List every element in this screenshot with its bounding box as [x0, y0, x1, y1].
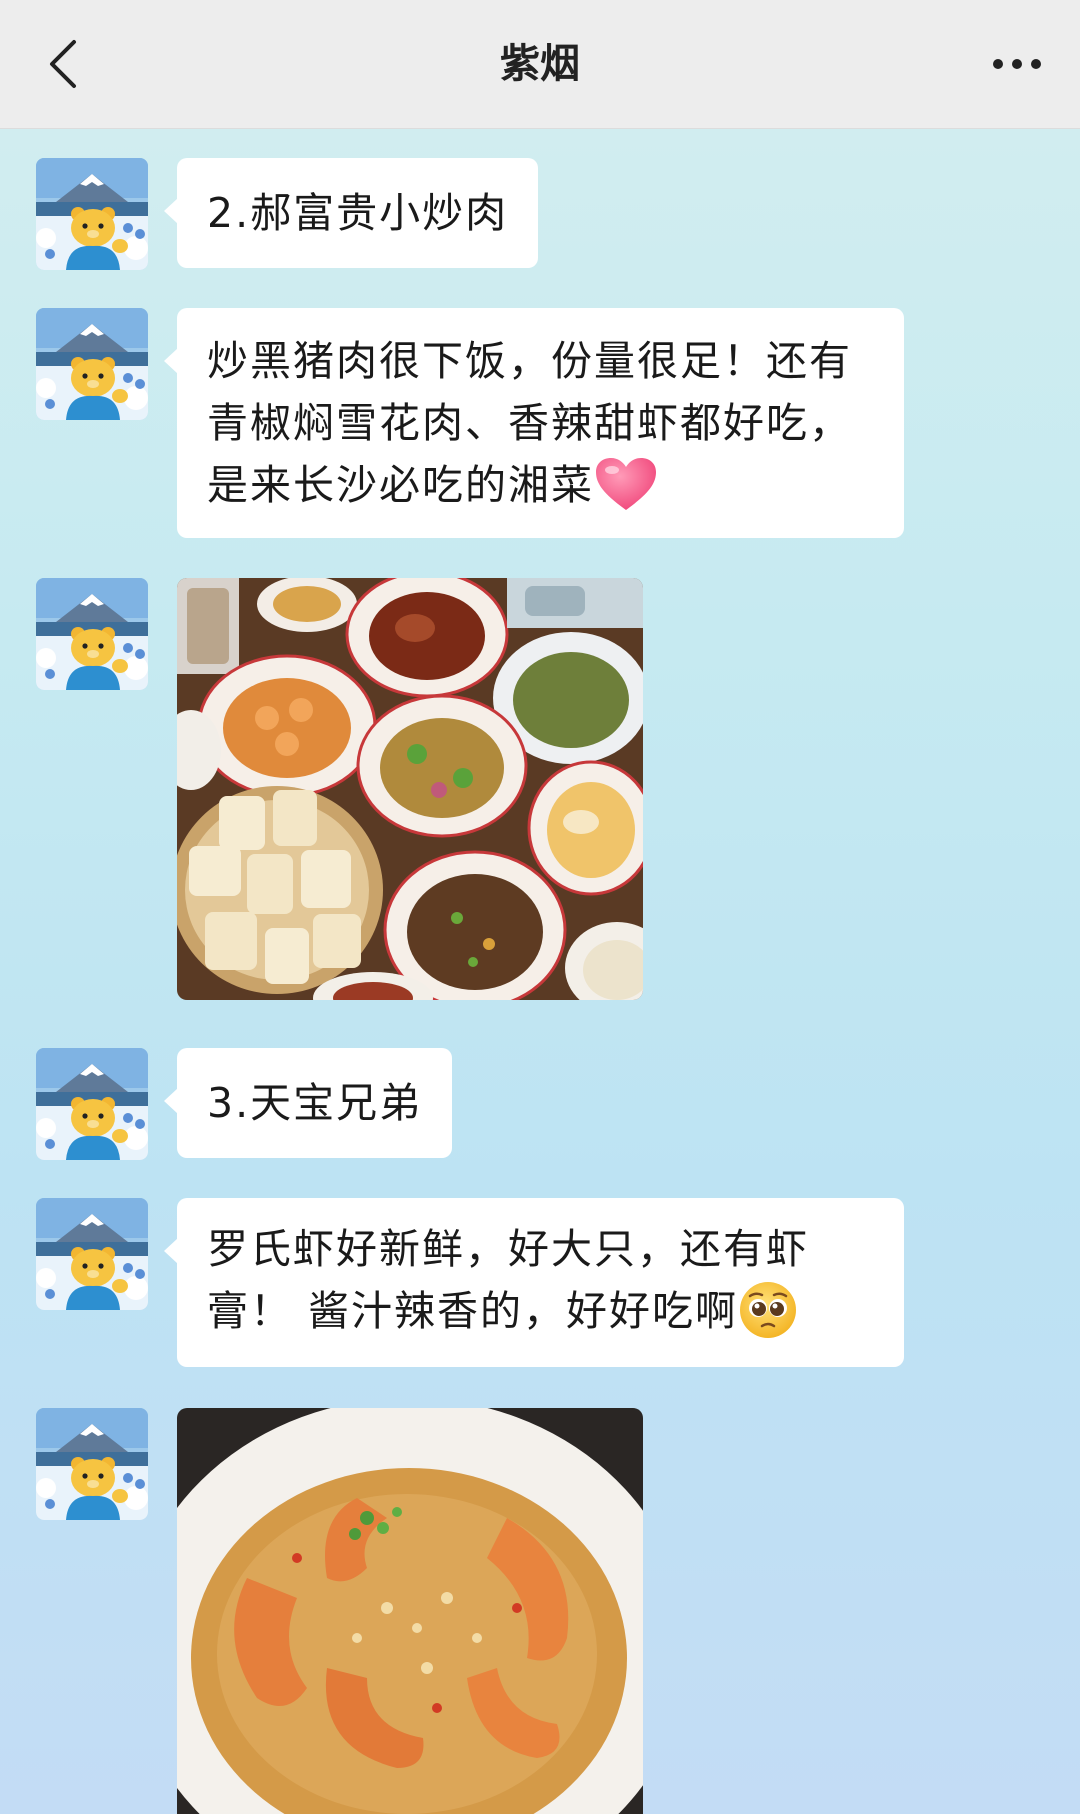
avatar[interactable] — [36, 308, 148, 420]
message-image[interactable] — [177, 1408, 643, 1814]
message-text: 炒黑猪肉很下饭，份量很足！还有青椒焖雪花肉、香辣甜虾都好吃，是来长沙必吃的湘菜 — [207, 337, 852, 509]
pink-heart-icon — [596, 458, 656, 510]
more-dots-icon — [993, 59, 1041, 69]
chevron-left-icon — [50, 40, 76, 88]
avatar[interactable] — [36, 578, 148, 690]
message-image[interactable] — [177, 578, 643, 1000]
avatar[interactable] — [36, 1048, 148, 1160]
message-text: 2.郝富贵小炒肉 — [207, 189, 509, 237]
message-bubble[interactable]: 3.天宝兄弟 — [163, 1048, 453, 1158]
message-bubble[interactable]: 炒黑猪肉很下饭，份量很足！还有青椒焖雪花肉、香辣甜虾都好吃，是来长沙必吃的湘菜 — [164, 308, 904, 538]
message-bubble[interactable]: 2.郝富贵小炒肉 — [163, 158, 539, 268]
back-button[interactable] — [38, 36, 88, 92]
message-bubble[interactable]: 罗氏虾好新鲜，好大只，还有虾膏！ 酱汁辣香的，好好吃啊 — [164, 1198, 904, 1367]
avatar[interactable] — [36, 158, 148, 270]
nav-bar: 紫烟 — [0, 0, 1080, 129]
hunan-dishes-photo — [177, 578, 643, 1000]
more-options-button[interactable] — [982, 40, 1052, 88]
avatar[interactable] — [36, 1198, 148, 1310]
shrimp-dish-photo — [177, 1408, 643, 1814]
message-text: 3.天宝兄弟 — [207, 1079, 423, 1127]
avatar[interactable] — [36, 1408, 148, 1520]
chat-title: 紫烟 — [500, 41, 580, 87]
pleading-face-icon — [740, 1282, 797, 1338]
message-text: 罗氏虾好新鲜，好大只，还有虾膏！ 酱汁辣香的，好好吃啊 — [207, 1225, 809, 1335]
